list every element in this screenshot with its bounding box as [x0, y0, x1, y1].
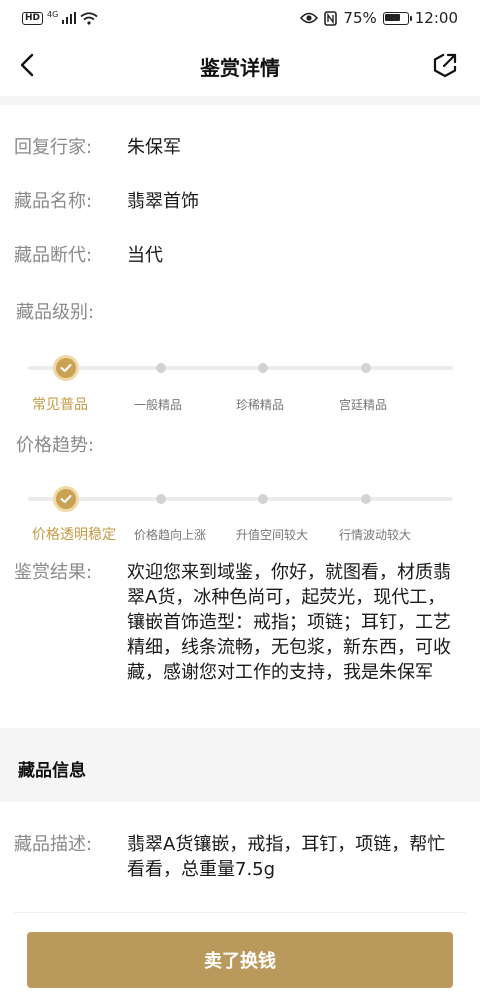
- share-button[interactable]: [432, 52, 458, 78]
- trend-option-1[interactable]: 价格趋向上涨: [134, 526, 206, 543]
- item-name-value: 翡翠首饰: [127, 191, 199, 212]
- battery-percent: 75%: [343, 9, 377, 27]
- chevron-left-icon: [20, 53, 34, 77]
- signal-icon: [62, 12, 77, 24]
- trend-dot-3[interactable]: [361, 494, 371, 504]
- expert-value: 朱保军: [127, 137, 181, 158]
- desc-value: 翡翠A货镶嵌，戒指，耳钉，项链，帮忙看看，总重量7.5g: [127, 834, 446, 880]
- battery-icon: [382, 11, 412, 25]
- desc-label: 藏品描述:: [14, 834, 93, 855]
- grade-dot-3[interactable]: [361, 363, 371, 373]
- item-name-label: 藏品名称:: [14, 191, 93, 212]
- trend-dot-2[interactable]: [258, 494, 268, 504]
- share-icon: [433, 53, 457, 78]
- grade-dot-2[interactable]: [258, 363, 268, 373]
- expert-row: 回复行家: 朱保军: [14, 135, 181, 161]
- item-era-label: 藏品断代:: [14, 245, 93, 266]
- grade-label: 藏品级别:: [16, 302, 95, 323]
- grade-option-1[interactable]: 一般精品: [134, 396, 182, 413]
- item-description: 藏品描述: 翡翠A货镶嵌，戒指，耳钉，项链，帮忙看看，总重量7.5g: [14, 832, 452, 882]
- status-bar: HD 4G 75% 12:00: [0, 0, 480, 36]
- trend-dot-1[interactable]: [156, 494, 166, 504]
- grade-dot-1[interactable]: [156, 363, 166, 373]
- status-right: 75% 12:00: [300, 9, 458, 27]
- trend-track: [28, 497, 453, 501]
- result-label: 鉴赏结果:: [14, 562, 93, 583]
- divider: [14, 912, 466, 913]
- sell-button[interactable]: 卖了换钱: [27, 932, 453, 988]
- top-bar: 鉴赏详情: [0, 36, 480, 96]
- expert-label: 回复行家:: [14, 137, 93, 158]
- item-era-row: 藏品断代: 当代: [14, 243, 163, 269]
- status-left: HD 4G: [22, 9, 98, 25]
- header-divider: [0, 96, 480, 105]
- trend-option-0[interactable]: 价格透明稳定: [32, 524, 116, 544]
- result-text: 欢迎您来到域鉴，你好，就图看，材质翡翠A货，冰种色尚可，起荧光，现代工，镶嵌首饰…: [127, 562, 451, 683]
- nfc-icon: [324, 10, 338, 26]
- grade-dot-0[interactable]: [53, 355, 79, 381]
- grade-option-0[interactable]: 常见普品: [32, 394, 88, 414]
- back-button[interactable]: [14, 50, 40, 80]
- check-icon: [60, 495, 72, 503]
- hd-badge: HD: [22, 11, 44, 25]
- grade-option-3[interactable]: 宫廷精品: [339, 396, 387, 413]
- grade-track: [28, 366, 453, 370]
- page-title: 鉴赏详情: [200, 55, 280, 80]
- wifi-icon: [80, 11, 98, 25]
- info-title: 藏品信息: [18, 761, 86, 781]
- trend-option-3[interactable]: 行情波动较大: [339, 526, 411, 543]
- item-era-value: 当代: [127, 245, 163, 266]
- appraisal-result: 鉴赏结果: 欢迎您来到域鉴，你好，就图看，材质翡翠A货，冰种色尚可，起荧光，现代…: [14, 560, 452, 685]
- trend-option-2[interactable]: 升值空间较大: [236, 526, 308, 543]
- check-icon: [60, 364, 72, 372]
- trend-dot-0[interactable]: [53, 486, 79, 512]
- clock: 12:00: [414, 9, 458, 27]
- grade-option-2[interactable]: 珍稀精品: [236, 396, 284, 413]
- trend-label: 价格趋势:: [16, 435, 95, 456]
- network-type: 4G: [47, 9, 59, 19]
- eye-icon: [300, 12, 319, 24]
- item-name-row: 藏品名称: 翡翠首饰: [14, 189, 199, 215]
